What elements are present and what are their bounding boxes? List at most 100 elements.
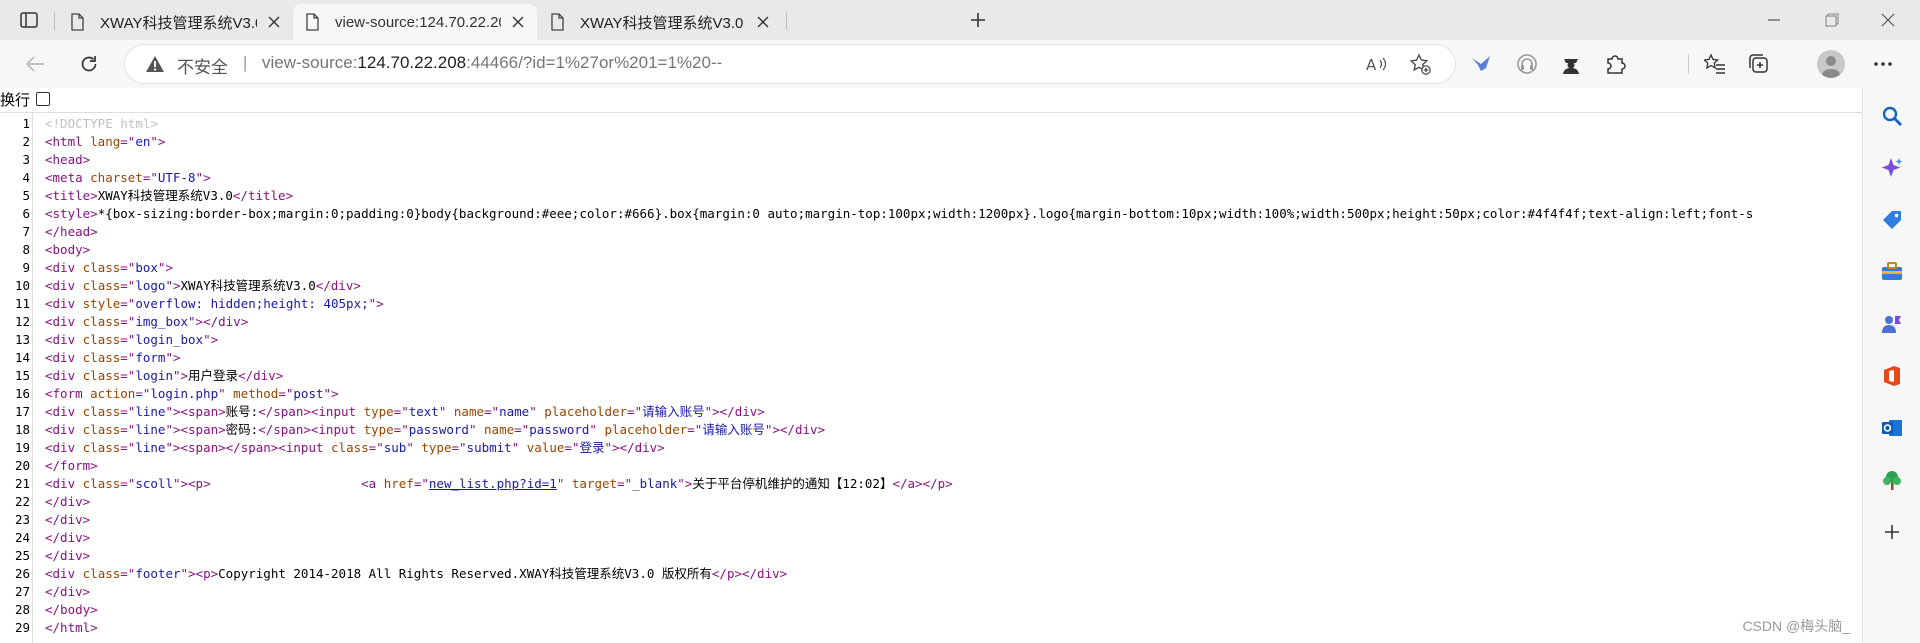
tab-3[interactable]: XWAY科技管理系统V3.0 (538, 4, 782, 40)
source-line: 3 <head> (0, 151, 1862, 169)
source-link[interactable]: new_list.php?id=1 (429, 476, 557, 491)
tag-token: =" (368, 440, 384, 455)
add-favorite-icon[interactable] (1408, 53, 1432, 75)
sparkle-icon[interactable] (1880, 156, 1904, 180)
office-icon[interactable] (1880, 364, 1904, 388)
tab-2[interactable]: view-source:124.70.22.208:44466 (293, 4, 537, 40)
attr-value-token: 登录 (579, 440, 605, 455)
source-line: 14 <div class="form"> (0, 349, 1862, 367)
attr-name-token: class (82, 404, 121, 419)
attr-name-token: method (233, 386, 279, 401)
line-code: <div class="box"> (45, 259, 173, 277)
search-icon[interactable] (1880, 104, 1904, 128)
tag-token: </span><input (258, 422, 364, 437)
line-code: <!DOCTYPE html> (45, 115, 158, 133)
extensions-puzzle-icon[interactable] (1600, 50, 1630, 78)
tag-token: =" (120, 476, 136, 491)
tag-token: </title> (232, 188, 294, 203)
tag-token: <div (45, 368, 83, 383)
tag-token: <a (361, 476, 384, 491)
profile-avatar[interactable] (1817, 50, 1845, 78)
text-token: 关于平台停机维护的通知【12:02】 (692, 476, 893, 491)
warning-triangle-icon[interactable] (145, 55, 165, 77)
url-text[interactable]: view-source:124.70.22.208:44466/?id=1%27… (262, 53, 722, 73)
security-label[interactable]: 不安全 (177, 53, 228, 78)
source-line: 22 </div> (0, 493, 1862, 511)
line-number: 1 (22, 116, 30, 131)
source-line: 2 <html lang="en"> (0, 133, 1862, 151)
address-bar[interactable]: 不安全 | view-source:124.70.22.208:44466/?i… (125, 45, 1455, 83)
url-host: 124.70.22.208 (357, 53, 467, 72)
minimize-button[interactable] (1754, 8, 1794, 32)
close-icon[interactable] (509, 13, 527, 31)
line-number: 28 (14, 602, 30, 617)
text-token: XWAY科技管理系统V3.0 (180, 278, 316, 293)
line-code: </head> (45, 223, 98, 241)
line-code: </form> (45, 457, 98, 475)
tag-token: =" (278, 386, 294, 401)
attr-value-token: 请输入账号 (642, 404, 705, 419)
more-options-icon[interactable] (1868, 50, 1898, 78)
tag-token: " (406, 440, 422, 455)
line-number: 23 (14, 512, 30, 527)
source-code: 1 <!DOCTYPE html> 2 <html lang="en"> 3 <head>… (0, 112, 1862, 643)
line-code: <div class="login_box"> (45, 331, 218, 349)
tag-token: </head> (45, 224, 98, 239)
tools-icon[interactable] (1880, 260, 1904, 284)
extension-user-icon[interactable] (1556, 50, 1586, 78)
extension-headset-icon[interactable] (1512, 50, 1542, 78)
new-tab-button[interactable] (965, 7, 991, 33)
line-code: <div style="overflow: hidden;height: 405… (45, 295, 384, 313)
read-aloud-icon[interactable]: A (1365, 53, 1389, 75)
line-wrap-checkbox[interactable] (36, 92, 51, 106)
text-token: 密码: (225, 422, 259, 437)
close-icon[interactable] (754, 13, 772, 31)
line-code: <div class="form"> (45, 349, 181, 367)
favorites-icon[interactable] (1700, 50, 1730, 78)
line-code: <meta charset="UTF-8"> (45, 169, 211, 187)
refresh-icon[interactable] (74, 50, 104, 78)
tag-token: =" (484, 404, 500, 419)
line-wrap-toggle[interactable]: 换行 (0, 88, 1862, 110)
line-code: <div class="login">用户登录</div> (45, 367, 283, 385)
attr-name-token: class (331, 440, 369, 455)
add-icon[interactable] (1880, 520, 1904, 544)
tag-token: <div (45, 296, 83, 311)
tag-token: =" (120, 404, 136, 419)
tag-token: " (556, 476, 572, 491)
tree-icon[interactable] (1880, 468, 1904, 492)
line-number: 9 (22, 260, 30, 275)
line-code: <div class="line"><span></span><input cl… (45, 439, 665, 457)
games-icon[interactable] (1880, 312, 1904, 336)
close-window-button[interactable] (1868, 8, 1908, 32)
tag-token: <div (45, 422, 83, 437)
tab-1[interactable]: XWAY科技管理系统V3.0 (58, 4, 293, 40)
back-arrow-icon[interactable] (20, 50, 50, 78)
tag-token: <form (45, 386, 91, 401)
shopping-tag-icon[interactable] (1880, 208, 1904, 232)
source-line: 29 </html> (0, 619, 1862, 637)
tab-actions-icon[interactable] (16, 8, 42, 32)
toolbar-divider (1688, 54, 1689, 74)
tag-token: =" (514, 422, 530, 437)
attr-name-token: type (421, 440, 452, 455)
restore-button[interactable] (1812, 8, 1852, 32)
tag-token: =" (120, 260, 136, 275)
extension-bird-icon[interactable] (1466, 50, 1496, 78)
page-icon (303, 13, 321, 31)
attr-name-token: class (82, 350, 121, 365)
outlook-icon[interactable] (1880, 416, 1904, 440)
tag-token: "></div> (188, 314, 249, 329)
tab-separator (54, 12, 55, 30)
tag-token: <html (45, 134, 91, 149)
tag-token: =" (120, 296, 136, 311)
close-icon[interactable] (265, 13, 283, 31)
line-code: <div class="line"><span>密码:</span><input… (45, 421, 825, 439)
tag-token: "><span></span><input (165, 440, 332, 455)
line-number: 3 (22, 152, 30, 167)
tag-token: </p></div> (711, 566, 788, 581)
attr-value-token: 请输入账号 (702, 422, 765, 437)
attr-value-token: img_box (135, 314, 189, 329)
collections-icon[interactable] (1744, 50, 1774, 78)
source-line: 7 </head> (0, 223, 1862, 241)
